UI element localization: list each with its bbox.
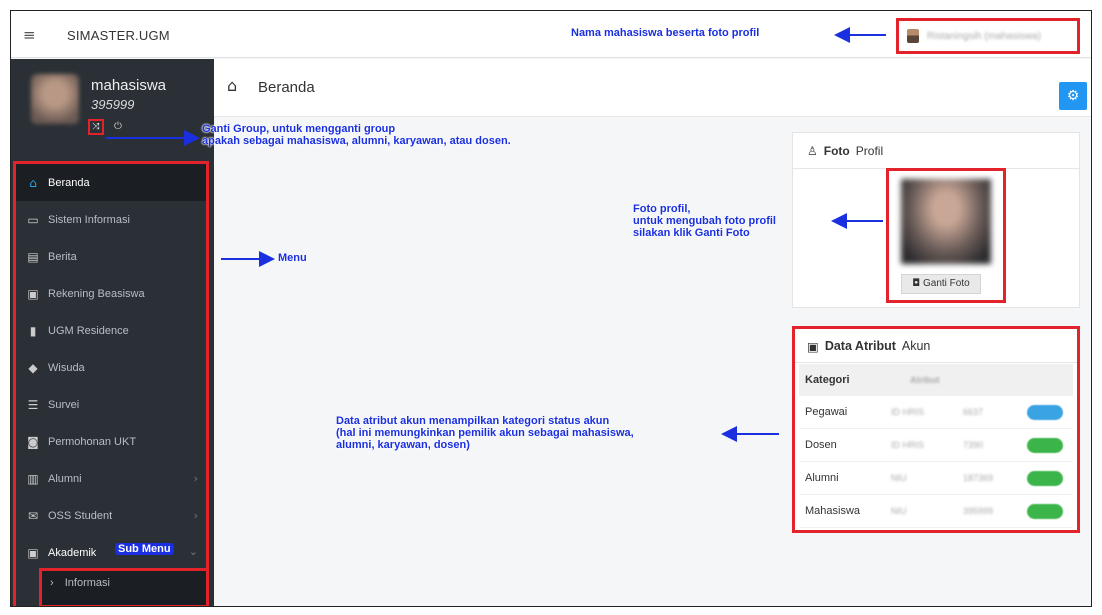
annotation-user: Nama mahasiswa beserta foto profil [571, 27, 760, 39]
screenshot-frame: ≡ SIMASTER.UGM Ristaningsih (mahasiswa) … [10, 10, 1092, 607]
annotation-foto-2: untuk mengubah foto profil [633, 215, 776, 227]
annotation-submenu: Sub Menu [115, 543, 174, 555]
annotation-foto-3: silakan klik Ganti Foto [633, 227, 750, 239]
annotation-attr-2: (hal ini memungkinkan pemilik akun sebag… [336, 427, 634, 439]
annotation-attr-3: alumni, karyawan, dosen) [336, 439, 470, 451]
annotation-attr-1: Data atribut akun menampilkan kategori s… [336, 415, 610, 427]
annotation-foto-1: Foto profil, [633, 203, 691, 215]
annotation-group-1: Ganti Group, untuk mengganti group [202, 123, 396, 135]
annotation-menu: Menu [278, 252, 307, 264]
annotation-group-2: apakah sebagai mahasiswa, alumni, karyaw… [202, 135, 511, 147]
annotation-arrows [106, 27, 886, 442]
